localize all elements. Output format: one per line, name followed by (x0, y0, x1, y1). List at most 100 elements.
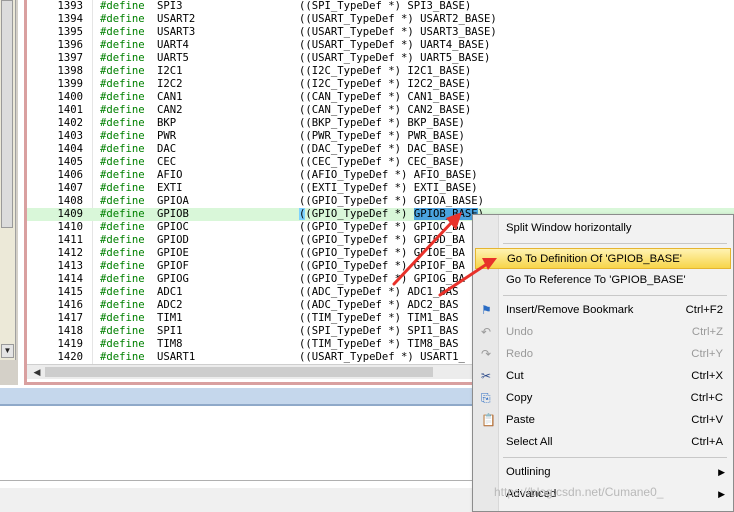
macro-value: ((GPIO_TypeDef *) GPIOE_BA (299, 247, 465, 259)
macro-name: CAN1 (157, 91, 183, 103)
macro-value: ((AFIO_TypeDef *) AFIO_BASE) (299, 169, 478, 181)
redo-icon: ↷ (481, 347, 492, 361)
macro-value: ((PWR_TypeDef *) PWR_BASE) (299, 130, 465, 142)
line-number: 1410 (57, 221, 83, 233)
macro-name: GPIOC (157, 221, 189, 233)
code-line[interactable]: 1400 #define CAN1 ((CAN_TypeDef *) CAN1_BAS… (27, 91, 734, 104)
code-line[interactable]: 1395 #define USART3 ((USART_TypeDef *) USAR… (27, 26, 734, 39)
define-keyword: #define (100, 104, 145, 116)
macro-name: TIM8 (157, 338, 183, 350)
menu-item-insert-remove-bookmark[interactable]: ⚑ Insert/Remove Bookmark Ctrl+F2 (475, 300, 731, 321)
horizontal-scroll-thumb[interactable] (45, 367, 433, 377)
define-keyword: #define (100, 0, 145, 12)
define-keyword: #define (100, 234, 145, 246)
menu-item-outlining[interactable]: Outlining ▶ (475, 462, 731, 483)
define-keyword: #define (100, 91, 145, 103)
scroll-down-arrow-icon[interactable]: ▼ (1, 344, 14, 358)
line-number: 1409 (57, 208, 83, 220)
line-number: 1394 (57, 13, 83, 25)
code-line[interactable]: 1403 #define PWR ((PWR_TypeDef *) PWR_BASE) (27, 130, 734, 143)
macro-value: ((GPIO_TypeDef *) GPIOA_BASE) (299, 195, 484, 207)
macro-value: ((GPIO_TypeDef *) GPIOF_BA (299, 260, 465, 272)
menu-item-paste[interactable]: 📋 Paste Ctrl+V (475, 410, 731, 431)
menu-item-redo[interactable]: ↷ Redo Ctrl+Y (475, 344, 731, 365)
define-keyword: #define (100, 169, 145, 181)
line-number: 1404 (57, 143, 83, 155)
line-number: 1393 (57, 0, 83, 12)
macro-value: ((USART_TypeDef *) USART1_ (299, 351, 465, 363)
macro-value: ((GPIO_TypeDef *) GPIOG_BA (299, 273, 465, 285)
macro-value: ((SPI_TypeDef *) SPI1_BAS (299, 325, 459, 337)
macro-name: DAC (157, 143, 177, 155)
menu-item-label: Go To Reference To 'GPIOB_BASE' (506, 274, 686, 286)
left-scrollbar[interactable]: ▼ (0, 0, 16, 360)
menu-item-shortcut: Ctrl+Z (691, 326, 723, 338)
macro-value: ((TIM_TypeDef *) TIM1_BAS (299, 312, 459, 324)
macro-value: ((DAC_TypeDef *) DAC_BASE) (299, 143, 465, 155)
code-line[interactable]: 1402 #define BKP ((BKP_TypeDef *) BKP_BASE) (27, 117, 734, 130)
menu-item-shortcut: Ctrl+Y (691, 348, 723, 360)
macro-name: SPI1 (157, 325, 183, 337)
code-line[interactable]: 1401 #define CAN2 ((CAN_TypeDef *) CAN2_BAS… (27, 104, 734, 117)
line-number: 1405 (57, 156, 83, 168)
selected-symbol[interactable]: GPIOB_BASE (413, 208, 478, 220)
left-scroll-thumb[interactable] (1, 0, 13, 228)
menu-item-cut[interactable]: ✂ Cut Ctrl+X (475, 366, 731, 387)
line-number: 1414 (57, 273, 83, 285)
menu-item-label: Cut (506, 370, 524, 382)
macro-name: GPIOD (157, 234, 189, 246)
menu-item-shortcut: Ctrl+A (691, 436, 723, 448)
define-keyword: #define (100, 156, 145, 168)
code-line[interactable]: 1396 #define UART4 ((USART_TypeDef *) UART4… (27, 39, 734, 52)
watermark-text: https://blog.csdn.net/Cumane0_ (494, 485, 664, 499)
menu-item-go-to-reference-to-gpiob-base[interactable]: Go To Reference To 'GPIOB_BASE' (475, 270, 731, 291)
menu-item-go-to-definition-of-gpiob-base[interactable]: Go To Definition Of 'GPIOB_BASE' (475, 248, 731, 269)
line-number: 1402 (57, 117, 83, 129)
horizontal-scrollbar[interactable]: ◀ (27, 364, 472, 379)
menu-item-label: Undo (506, 326, 534, 338)
define-keyword: #define (100, 299, 145, 311)
menu-separator (503, 457, 727, 458)
bookmark-icon: ⚑ (481, 303, 492, 317)
code-line[interactable]: 1408 #define GPIOA ((GPIO_TypeDef *) GPIOA_… (27, 195, 734, 208)
menu-item-label: Redo (506, 348, 534, 360)
macro-value: ((ADC_TypeDef *) ADC2_BAS (299, 299, 459, 311)
menu-item-copy[interactable]: ⎘ Copy Ctrl+C (475, 388, 731, 409)
cut-icon: ✂ (481, 369, 492, 383)
macro-name: GPIOG (157, 273, 189, 285)
code-line[interactable]: 1405 #define CEC ((CEC_TypeDef *) CEC_BASE) (27, 156, 734, 169)
code-line[interactable]: 1393 #define SPI3 ((SPI_TypeDef *) SPI3_BAS… (27, 0, 734, 13)
macro-value: ((CAN_TypeDef *) CAN1_BASE) (299, 91, 472, 103)
menu-item-shortcut: Ctrl+C (690, 392, 723, 404)
macro-name: EXTI (157, 182, 183, 194)
macro-name: GPIOA (157, 195, 189, 207)
code-line[interactable]: 1407 #define EXTI ((EXTI_TypeDef *) EXTI_BA… (27, 182, 734, 195)
menu-item-label: Copy (506, 392, 533, 404)
macro-name: GPIOF (157, 260, 189, 272)
define-keyword: #define (100, 26, 145, 38)
menu-item-label: Paste (506, 414, 535, 426)
line-number: 1411 (57, 234, 83, 246)
scroll-left-arrow-icon[interactable]: ◀ (31, 365, 43, 379)
code-line[interactable]: 1399 #define I2C2 ((I2C_TypeDef *) I2C2_BAS… (27, 78, 734, 91)
menu-item-undo[interactable]: ↶ Undo Ctrl+Z (475, 322, 731, 343)
define-keyword: #define (100, 13, 145, 25)
code-line[interactable]: 1398 #define I2C1 ((I2C_TypeDef *) I2C1_BAS… (27, 65, 734, 78)
define-keyword: #define (100, 130, 145, 142)
menu-item-split-window-horizontally[interactable]: Split Window horizontally (475, 218, 731, 239)
macro-value: ((ADC_TypeDef *) ADC1_BAS (299, 286, 459, 298)
line-number: 1401 (57, 104, 83, 116)
code-line[interactable]: 1404 #define DAC ((DAC_TypeDef *) DAC_BASE) (27, 143, 734, 156)
menu-item-label: Select All (506, 436, 553, 448)
define-keyword: #define (100, 247, 145, 259)
code-line[interactable]: 1394 #define USART2 ((USART_TypeDef *) USAR… (27, 13, 734, 26)
line-number: 1419 (57, 338, 83, 350)
macro-value: ((SPI_TypeDef *) SPI3_BASE) (299, 0, 472, 12)
define-keyword: #define (100, 286, 145, 298)
line-number: 1399 (57, 78, 83, 90)
define-keyword: #define (100, 52, 145, 64)
code-line[interactable]: 1406 #define AFIO ((AFIO_TypeDef *) AFIO_BA… (27, 169, 734, 182)
menu-item-select-all[interactable]: Select All Ctrl+A (475, 432, 731, 453)
code-line[interactable]: 1397 #define UART5 ((USART_TypeDef *) UART5… (27, 52, 734, 65)
menu-separator (503, 243, 727, 244)
